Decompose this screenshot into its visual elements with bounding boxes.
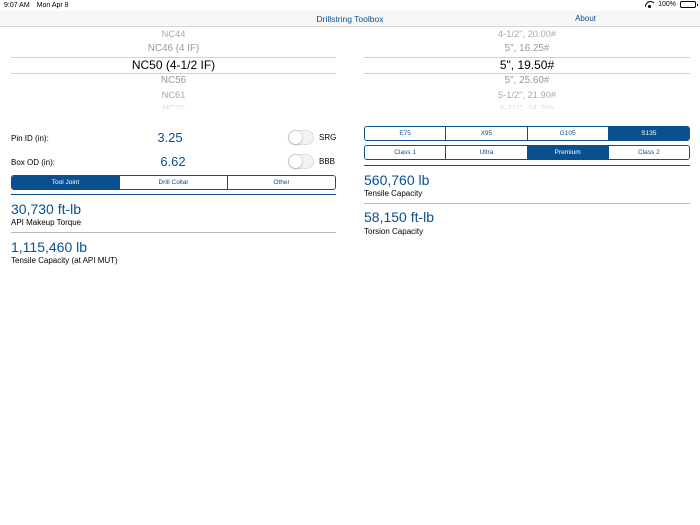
picker-row-selected[interactable]: 5", 19.50# [364, 58, 690, 72]
status-right: 100% [645, 1, 698, 8]
wifi-icon [645, 1, 654, 8]
grade-segmented-control[interactable]: E75 X95 G105 S135 [364, 126, 690, 141]
nav-bar: Drillstring Toolbox About [0, 11, 700, 27]
bbb-label: BBB [319, 157, 336, 166]
grade-segment-e75[interactable]: E75 [365, 127, 446, 140]
tj-tensile-value: 1,115,460 lb [11, 239, 88, 255]
grade-segment-s135[interactable]: S135 [607, 127, 689, 140]
about-button[interactable]: About [575, 14, 596, 23]
segment-drill-collar[interactable]: Drill Collar [119, 176, 227, 189]
grade-segment-g105[interactable]: G105 [526, 127, 608, 140]
box-od-label: Box OD (in): [11, 158, 56, 167]
box-od-field[interactable]: 6.62 [143, 154, 203, 169]
status-bar: 9:07 AM Mon Apr 8 100% [0, 0, 700, 11]
pin-id-field[interactable]: 3.25 [140, 130, 200, 145]
picker-row[interactable]: 5", 16.25# [364, 43, 690, 54]
class-segment-premium[interactable]: Premium [526, 146, 608, 159]
status-time: 9:07 AM [4, 2, 30, 9]
makeup-torque-label: API Makeup Torque [11, 218, 82, 227]
picker-row[interactable]: NC46 (4 IF) [11, 43, 336, 54]
connection-picker[interactable]: NC40 (4 FH)NC44NC46 (4 IF)NC50 (4-1/2 IF… [11, 27, 336, 109]
srg-label: SRG [319, 133, 337, 142]
joint-type-segmented-control[interactable]: Tool Joint Drill Collar Other [11, 175, 336, 190]
torsion-value: 58,150 ft-lb [364, 209, 435, 225]
class-segmented-control[interactable]: Class 1 Ultra Premium Class 2 [364, 145, 690, 160]
left-divider-mid [11, 232, 336, 233]
tj-tensile-label: Tensile Capacity (at API MUT) [11, 256, 118, 265]
segment-tool-joint[interactable]: Tool Joint [12, 176, 119, 189]
class-segment-ultra[interactable]: Ultra [445, 146, 527, 159]
status-date: Mon Apr 8 [36, 2, 69, 9]
class-segment-class-2[interactable]: Class 2 [607, 146, 689, 159]
srg-toggle[interactable] [288, 130, 314, 145]
picker-row[interactable]: 5", 25.60# [364, 75, 690, 86]
left-divider-top [11, 194, 336, 195]
picker-row-selected[interactable]: NC50 (4-1/2 IF) [11, 58, 336, 72]
picker-row[interactable]: 5-1/2", 21.90# [364, 90, 690, 100]
pipe-tensile-label: Tensile Capacity [364, 189, 423, 198]
right-divider-top [364, 165, 690, 166]
makeup-torque-value: 30,730 ft-lb [11, 201, 82, 217]
pipe-tensile-value: 560,760 lb [364, 172, 430, 188]
picker-row[interactable]: 5-1/2", 24.70# [364, 103, 690, 109]
picker-row[interactable]: NC61 [11, 90, 336, 100]
pin-id-label: Pin ID (in): [11, 134, 49, 143]
torsion-label: Torsion Capacity [364, 227, 424, 236]
bbb-toggle[interactable] [288, 154, 314, 169]
battery-percent: 100% [658, 1, 676, 8]
picker-row[interactable]: NC44 [11, 29, 336, 39]
picker-row[interactable]: NC70 [11, 103, 336, 109]
grade-segment-x95[interactable]: X95 [445, 127, 527, 140]
right-divider-mid [364, 203, 690, 204]
segment-other[interactable]: Other [227, 176, 335, 189]
battery-icon [680, 1, 698, 8]
pipe-size-picker[interactable]: 4-1/2", 16.60#4-1/2", 20.00#5", 16.25#5"… [364, 27, 690, 109]
class-segment-class-1[interactable]: Class 1 [365, 146, 446, 159]
status-left: 9:07 AM Mon Apr 8 [4, 2, 69, 9]
picker-row[interactable]: NC56 [11, 75, 336, 86]
picker-row[interactable]: 4-1/2", 20.00# [364, 29, 690, 39]
